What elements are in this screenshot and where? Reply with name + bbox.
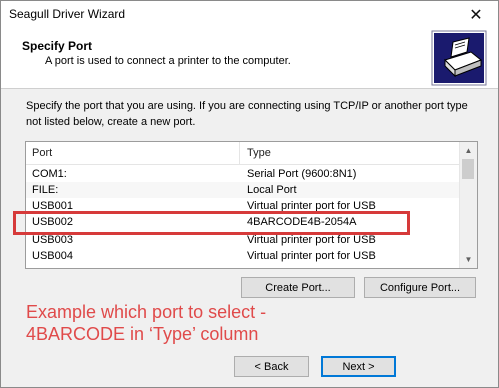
list-item[interactable]: FILE: Local Port	[26, 182, 459, 198]
port-type: Serial Port (9600:8N1)	[247, 168, 357, 180]
printer-icon	[431, 30, 487, 86]
scroll-down-arrow-icon[interactable]: ▼	[460, 251, 477, 268]
next-button[interactable]: Next >	[321, 356, 396, 377]
back-button[interactable]: < Back	[234, 356, 309, 377]
instructions-text: Specify the port that you are using. If …	[26, 100, 468, 128]
highlight-box	[13, 211, 410, 235]
port-name: FILE:	[32, 184, 59, 196]
title-bar: Seagull Driver Wizard ✕	[1, 1, 498, 28]
port-name: USB004	[32, 250, 73, 262]
create-port-button[interactable]: Create Port...	[241, 277, 355, 298]
list-header: Port Type	[26, 142, 459, 165]
list-scrollbar[interactable]: ▲ ▼	[459, 142, 477, 268]
annotation-line-1: Example which port to select -	[26, 302, 267, 322]
port-name: COM1:	[32, 168, 67, 180]
wizard-window: Seagull Driver Wizard ✕ Specify Port A p…	[0, 0, 499, 388]
column-header-type[interactable]: Type	[241, 142, 459, 164]
window-title: Seagull Driver Wizard	[9, 7, 126, 21]
column-header-port[interactable]: Port	[26, 142, 240, 164]
close-button[interactable]: ✕	[454, 1, 498, 28]
configure-port-button[interactable]: Configure Port...	[364, 277, 476, 298]
page-title: Specify Port	[22, 39, 93, 53]
list-item[interactable]: COM1: Serial Port (9600:8N1)	[26, 166, 459, 182]
scroll-up-arrow-icon[interactable]: ▲	[460, 142, 477, 159]
scrollbar-thumb[interactable]	[462, 159, 474, 179]
annotation-text: Example which port to select - 4BARCODE …	[26, 301, 266, 345]
port-list[interactable]: Port Type COM1: Serial Port (9600:8N1) F…	[25, 141, 478, 269]
page-subtitle: A port is used to connect a printer to t…	[45, 55, 291, 67]
wizard-header: Specify Port A port is used to connect a…	[1, 28, 498, 89]
annotation-line-2: 4BARCODE in ‘Type’ column	[26, 324, 259, 344]
list-item[interactable]: USB004 Virtual printer port for USB	[26, 248, 459, 264]
port-type: Virtual printer port for USB	[247, 250, 376, 262]
port-type: Local Port	[247, 184, 297, 196]
